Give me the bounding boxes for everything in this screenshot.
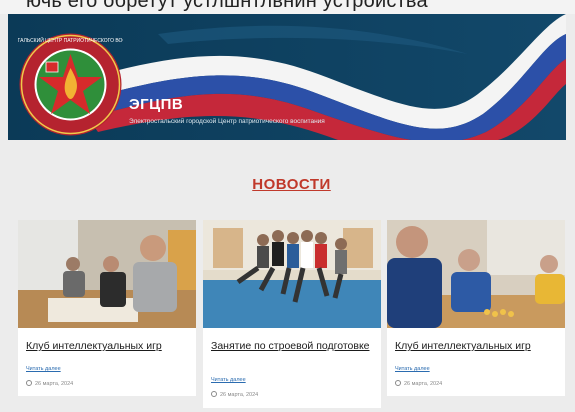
news-card-3[interactable]: Клуб интеллектуальных игр Читать далее 2… <box>387 220 565 396</box>
cropped-text: ючь его обретут устлшнтлвнин устройства <box>26 0 428 12</box>
news-card-date: 26 марта, 2024 <box>26 380 73 387</box>
news-card-1[interactable]: Клуб интеллектуальных игр Читать далее 2… <box>18 220 196 396</box>
read-more-link[interactable]: Читать далее <box>26 366 61 372</box>
site-name[interactable]: ЭГЦПВ <box>129 96 183 113</box>
photo-intellectual-club-icon <box>18 220 196 328</box>
page: ючь его обретут устлшнтлвнин устройства <box>0 0 575 412</box>
news-card-2[interactable]: Занятие по строевой подготовке Читать да… <box>203 220 381 408</box>
clock-icon <box>26 380 32 386</box>
news-card-title[interactable]: Клуб интеллектуальных игр <box>395 340 560 352</box>
news-card-photo[interactable] <box>203 220 381 328</box>
news-card-date-text: 26 марта, 2024 <box>220 392 259 398</box>
news-card-date: 26 марта, 2024 <box>395 380 442 387</box>
read-more-link[interactable]: Читать далее <box>395 366 430 372</box>
photo-drill-training-icon <box>203 220 381 328</box>
logo-ring-text: ЭЛЕКТРОСТАЛЬСКИЙ ЦЕНТР ПАТРИОТИЧЕСКОГО В… <box>18 36 123 44</box>
news-card-title[interactable]: Занятие по строевой подготовке <box>211 340 376 352</box>
photo-intellectual-club-2-icon <box>387 220 565 328</box>
news-card-date: 26 марта, 2024 <box>211 391 258 398</box>
top-cropped-text-strip: ючь его обретут устлшнтлвнин устройства <box>0 0 575 14</box>
clock-icon <box>395 380 401 386</box>
site-description: Электростальский городской Центр патриот… <box>129 118 325 125</box>
news-card-date-text: 26 марта, 2024 <box>404 381 443 387</box>
site-header-banner: ЭЛЕКТРОСТАЛЬСКИЙ ЦЕНТР ПАТРИОТИЧЕСКОГО В… <box>8 14 566 140</box>
patriotic-center-logo-icon: ЭЛЕКТРОСТАЛЬСКИЙ ЦЕНТР ПАТРИОТИЧЕСКОГО В… <box>18 33 123 136</box>
news-section-title[interactable]: НОВОСТИ <box>0 176 575 193</box>
news-card-photo[interactable] <box>387 220 565 328</box>
news-card-date-text: 26 марта, 2024 <box>35 381 74 387</box>
news-card-title[interactable]: Клуб интеллектуальных игр <box>26 340 191 352</box>
news-card-photo[interactable] <box>18 220 196 328</box>
read-more-link[interactable]: Читать далее <box>211 377 246 383</box>
clock-icon <box>211 391 217 397</box>
